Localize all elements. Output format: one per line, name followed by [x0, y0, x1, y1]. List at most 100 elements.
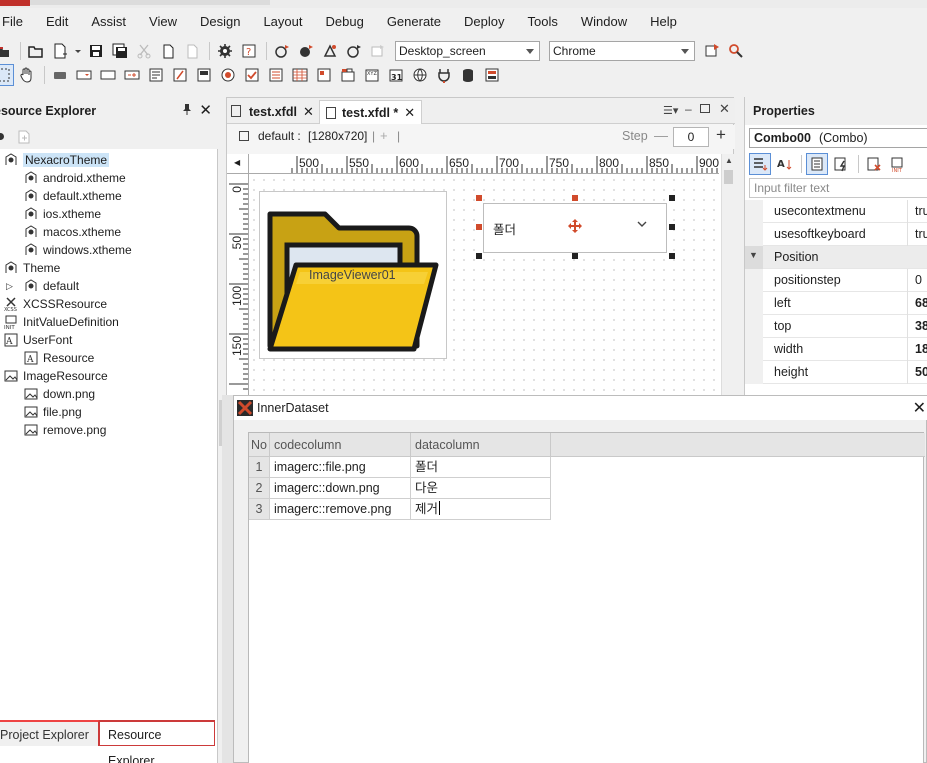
browser-combo[interactable]: Chrome: [549, 41, 695, 61]
imageviewer-component[interactable]: ImageViewer01: [259, 191, 447, 359]
property-row[interactable]: left 68: [745, 292, 927, 315]
menu-generate[interactable]: Generate: [381, 11, 447, 33]
button-component-icon[interactable]: [49, 64, 71, 86]
xyz-component-icon[interactable]: XYZ: [361, 64, 383, 86]
tab-project-explorer[interactable]: Project Explorer: [0, 720, 99, 746]
textarea-component-icon[interactable]: [145, 64, 167, 86]
cell-codecolumn[interactable]: imagerc::down.png: [270, 478, 411, 499]
find-icon[interactable]: [725, 40, 747, 62]
edit-component-icon[interactable]: [97, 64, 119, 86]
hand-tool-icon[interactable]: [16, 64, 38, 86]
webbrowser-component-icon[interactable]: [409, 64, 431, 86]
combo-component-icon[interactable]: [73, 64, 95, 86]
new-file-icon[interactable]: [49, 40, 71, 62]
resize-handle-sw[interactable]: [476, 253, 482, 259]
new-dropdown-icon[interactable]: [73, 40, 83, 62]
scroll-thumb[interactable]: [724, 170, 733, 184]
cell-datacolumn-editing[interactable]: 제거: [411, 499, 551, 520]
paste-icon[interactable]: [181, 40, 203, 62]
object-selector[interactable]: Combo00 (Combo): [749, 128, 927, 148]
restore-icon[interactable]: [700, 104, 710, 113]
menu-assist[interactable]: Assist: [85, 11, 132, 33]
tab-resource-explorer[interactable]: Resource Explorer: [99, 720, 215, 763]
property-value[interactable]: 0: [915, 273, 922, 287]
menu-edit[interactable]: Edit: [40, 11, 74, 33]
property-category-position[interactable]: ▼ Position: [745, 246, 927, 269]
radio-component-icon[interactable]: [217, 64, 239, 86]
tree-item-default-xtheme[interactable]: default.xtheme: [0, 187, 218, 205]
property-value[interactable]: tru: [915, 204, 927, 218]
cell-datacolumn[interactable]: 폴더: [411, 457, 551, 478]
dataset-component-icon[interactable]: [457, 64, 479, 86]
tab-test-xfdl[interactable]: test.xfdl ✕: [243, 100, 320, 124]
tree-item-ios-xtheme[interactable]: ios.xtheme: [0, 205, 218, 223]
menu-deploy[interactable]: Deploy: [458, 11, 510, 33]
close-icon[interactable]: ✕: [199, 101, 212, 119]
close-icon[interactable]: ✕: [404, 105, 415, 121]
property-row[interactable]: positionstep 0: [745, 269, 927, 292]
property-value[interactable]: 18: [915, 342, 927, 356]
init-value-icon[interactable]: INIT: [887, 153, 909, 175]
generate-all-icon[interactable]: [295, 40, 317, 62]
vertical-scrollbar[interactable]: ▲: [721, 154, 735, 398]
tree-item-file-png[interactable]: file.png: [0, 403, 218, 421]
resize-handle-ne[interactable]: [669, 195, 675, 201]
step-decrease-button[interactable]: —: [654, 127, 668, 143]
tree-item-resource[interactable]: A Resource: [0, 349, 218, 367]
tree-item-nexacrotheme[interactable]: NexacroTheme: [0, 151, 218, 169]
menu-debug[interactable]: Debug: [320, 11, 370, 33]
property-row[interactable]: usesoftkeyboard tru: [745, 223, 927, 246]
resize-handle-n[interactable]: [572, 195, 578, 201]
tree-item-initvaluedefinition[interactable]: INIT InitValueDefinition: [0, 313, 218, 331]
save-all-icon[interactable]: [109, 40, 131, 62]
reset-property-icon[interactable]: [863, 153, 885, 175]
property-filter-input[interactable]: Input filter text: [749, 178, 927, 198]
property-row[interactable]: top 38: [745, 315, 927, 338]
resize-handle-nw[interactable]: [476, 195, 482, 201]
property-row[interactable]: height 50: [745, 361, 927, 384]
property-value[interactable]: 50: [915, 365, 927, 379]
step-increase-button[interactable]: +: [716, 125, 726, 145]
resize-handle-s[interactable]: [572, 253, 578, 259]
menu-help[interactable]: Help: [644, 11, 683, 33]
panel-splitter[interactable]: [219, 400, 222, 446]
cell-codecolumn[interactable]: imagerc::remove.png: [270, 499, 411, 520]
menu-file[interactable]: File: [0, 11, 29, 33]
tab-test-xfdl-modified[interactable]: test.xfdl * ✕: [319, 100, 423, 124]
tree-item-imageresource[interactable]: ImageResource: [0, 367, 218, 385]
minimize-icon[interactable]: –: [685, 102, 692, 116]
categorized-icon[interactable]: [749, 153, 771, 175]
events-view-icon[interactable]: [830, 153, 852, 175]
expand-arrow-icon[interactable]: ▷: [6, 281, 14, 292]
help-icon[interactable]: ?: [238, 40, 260, 62]
deploy-icon[interactable]: [319, 40, 341, 62]
ruler-scroll-left-icon[interactable]: ◀: [234, 158, 240, 167]
cut-icon[interactable]: [133, 40, 155, 62]
header-codecolumn[interactable]: codecolumn: [270, 433, 411, 457]
tree-item-android-xtheme[interactable]: android.xtheme: [0, 169, 218, 187]
close-icon[interactable]: ✕: [303, 104, 314, 120]
launch-icon[interactable]: [701, 40, 723, 62]
grid-component-icon[interactable]: [289, 64, 311, 86]
tree-item-theme[interactable]: Theme: [0, 259, 218, 277]
pin-icon[interactable]: [182, 103, 192, 118]
tree-item-windows-xtheme[interactable]: windows.xtheme: [0, 241, 218, 259]
plugin-component-icon[interactable]: [433, 64, 455, 86]
chevron-down-icon[interactable]: [636, 218, 648, 233]
cell-codecolumn[interactable]: imagerc::file.png: [270, 457, 411, 478]
open-icon[interactable]: [25, 40, 47, 62]
save-icon[interactable]: [85, 40, 107, 62]
copy-icon[interactable]: [157, 40, 179, 62]
property-value[interactable]: 68: [915, 296, 927, 310]
menu-view[interactable]: View: [143, 11, 183, 33]
property-value[interactable]: 38: [915, 319, 927, 333]
tree-item-down-png[interactable]: down.png: [0, 385, 218, 403]
refresh-icon[interactable]: [0, 133, 4, 140]
tree-item-xcssresource[interactable]: XCSS XCSSResource: [0, 295, 218, 313]
alphabetical-icon[interactable]: A: [773, 153, 795, 175]
move-handle-icon[interactable]: [568, 219, 582, 236]
tree-item-default[interactable]: ▷ default: [0, 277, 218, 295]
checkbox-component-icon[interactable]: [241, 64, 263, 86]
add-resource-icon[interactable]: [16, 129, 32, 148]
close-icon[interactable]: ✕: [913, 398, 926, 418]
